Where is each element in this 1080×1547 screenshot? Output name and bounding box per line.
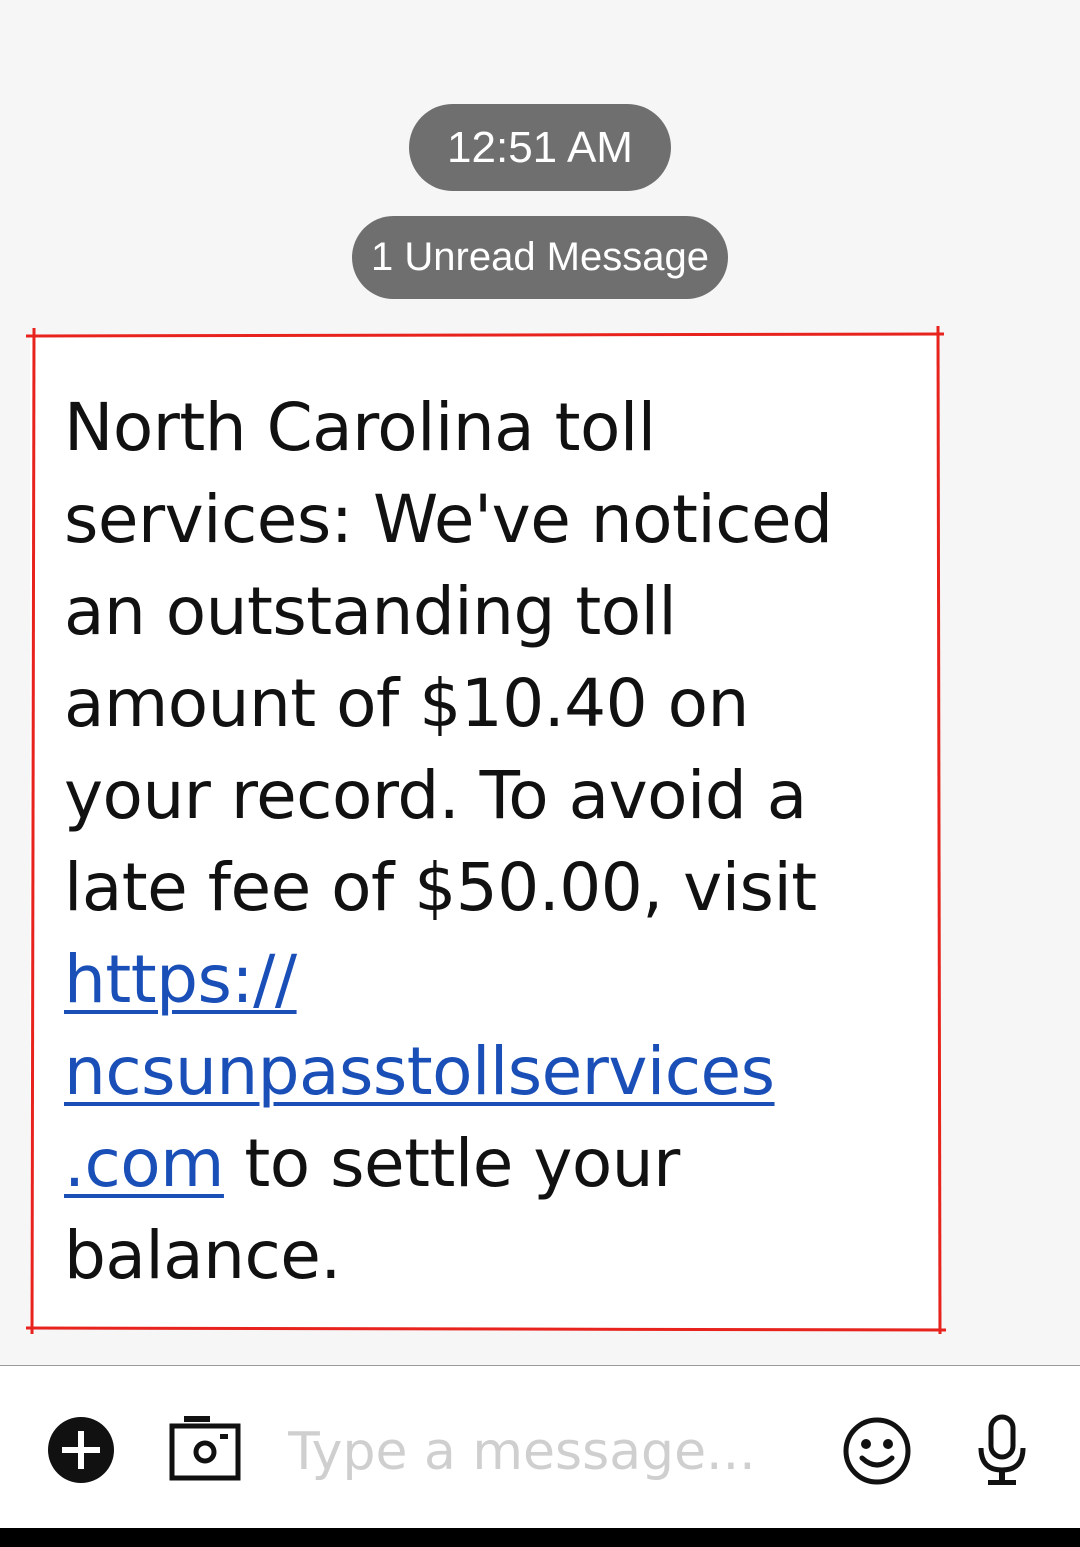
message-text: North Carolina toll services: We've noti… [64,382,914,1302]
timestamp-pill: 12:51 AM [409,104,671,191]
mic-icon[interactable] [976,1414,1028,1488]
unread-badge: 1 Unread Message [352,216,728,299]
emoji-icon[interactable] [842,1416,912,1486]
message-link-part-3[interactable]: .com [64,1125,224,1202]
message-link-part-2[interactable]: ncsunpasstollservices [64,1033,775,1110]
message-input[interactable] [288,1412,808,1492]
message-body-start: North Carolina toll services: We've noti… [64,389,833,926]
system-navigation-bar [0,1528,1080,1547]
timestamp-label: 12:51 AM [447,122,633,172]
camera-icon[interactable] [168,1412,242,1482]
plus-icon[interactable] [47,1416,115,1484]
unread-label: 1 Unread Message [371,235,709,279]
message-link-part-1[interactable]: https:// [64,941,297,1018]
